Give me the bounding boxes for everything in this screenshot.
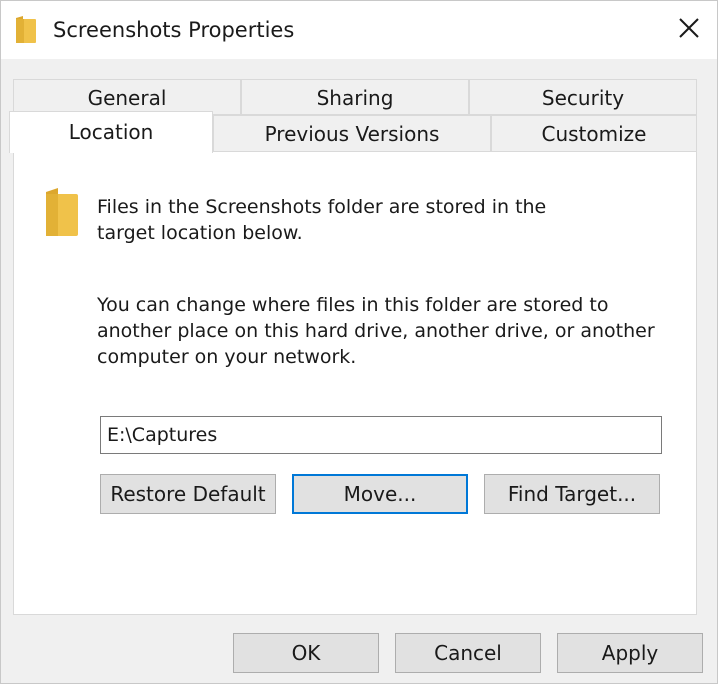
move-button[interactable]: Move... <box>292 474 468 514</box>
tab-security[interactable]: Security <box>469 79 697 115</box>
find-target-button[interactable]: Find Target... <box>484 474 660 514</box>
properties-dialog: Screenshots Properties General Sharing S… <box>0 0 718 684</box>
tab-location[interactable]: Location <box>9 111 213 153</box>
cancel-button[interactable]: Cancel <box>395 633 541 673</box>
folder-icon <box>16 16 36 43</box>
tab-general[interactable]: General <box>13 79 241 115</box>
restore-default-button[interactable]: Restore Default <box>100 474 276 514</box>
folder-icon <box>46 188 78 236</box>
location-description: Files in the Screenshots folder are stor… <box>97 196 547 244</box>
ok-button[interactable]: OK <box>233 633 379 673</box>
close-icon[interactable] <box>675 13 703 43</box>
apply-button[interactable]: Apply <box>557 633 703 673</box>
tab-previous-versions[interactable]: Previous Versions <box>213 115 491 152</box>
target-path-input[interactable] <box>100 416 662 454</box>
tab-sharing[interactable]: Sharing <box>241 79 469 115</box>
location-instructions: You can change where files in this folde… <box>97 294 655 368</box>
tab-customize[interactable]: Customize <box>491 115 697 152</box>
location-tab-panel: Files in the Screenshots folder are stor… <box>13 151 697 615</box>
window-title: Screenshots Properties <box>53 18 295 42</box>
title-bar: Screenshots Properties <box>1 1 717 59</box>
